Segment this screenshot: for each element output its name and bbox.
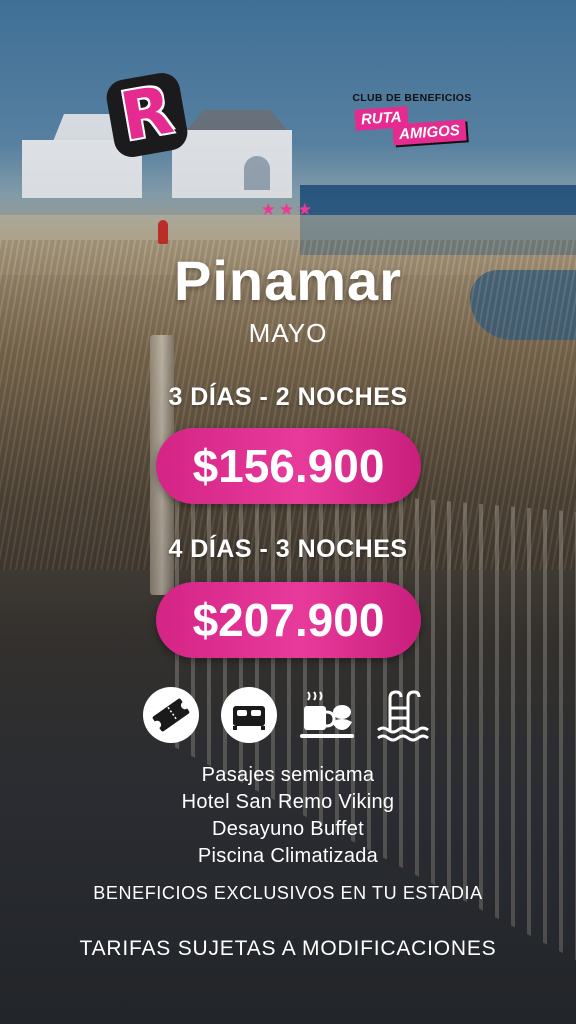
brand-logo-r: R <box>103 70 191 160</box>
destination-title: Pinamar <box>174 249 402 312</box>
club-de-beneficios-label: CLUB DE BENEFICIOS <box>352 92 472 104</box>
benefits-text: BENEFICIOS EXCLUSIVOS EN TU ESTADIA <box>93 883 483 903</box>
feature-hotel: Hotel San Remo Viking <box>181 791 395 813</box>
shade-overlay <box>0 0 576 1024</box>
package-price-1: $156.900 <box>156 428 421 504</box>
feature-piscina: Piscina Climatizada <box>197 845 379 867</box>
amenity-icons <box>140 686 440 746</box>
package-duration-1: 3 DÍAS - 2 NOCHES <box>168 383 408 411</box>
promo-poster: R CLUB DE BENEFICIOS RUTA AMIGOS ★★★ Pin… <box>0 0 576 1024</box>
bed-icon <box>221 687 277 743</box>
breakfast-icon <box>300 691 354 738</box>
disclaimer-text: TARIFAS SUJETAS A MODIFICACIONES <box>79 937 497 960</box>
rating-stars: ★★★ <box>260 200 316 220</box>
month-label: MAYO <box>248 318 328 348</box>
package-price-2: $207.900 <box>156 582 421 658</box>
brand-logo-letter: R <box>115 71 179 156</box>
feature-pasajes: Pasajes semicama <box>201 764 375 786</box>
feature-desayuno: Desayuno Buffet <box>211 818 364 840</box>
ticket-icon <box>143 687 199 743</box>
pool-icon <box>377 690 429 742</box>
package-duration-2: 4 DÍAS - 3 NOCHES <box>168 535 408 563</box>
